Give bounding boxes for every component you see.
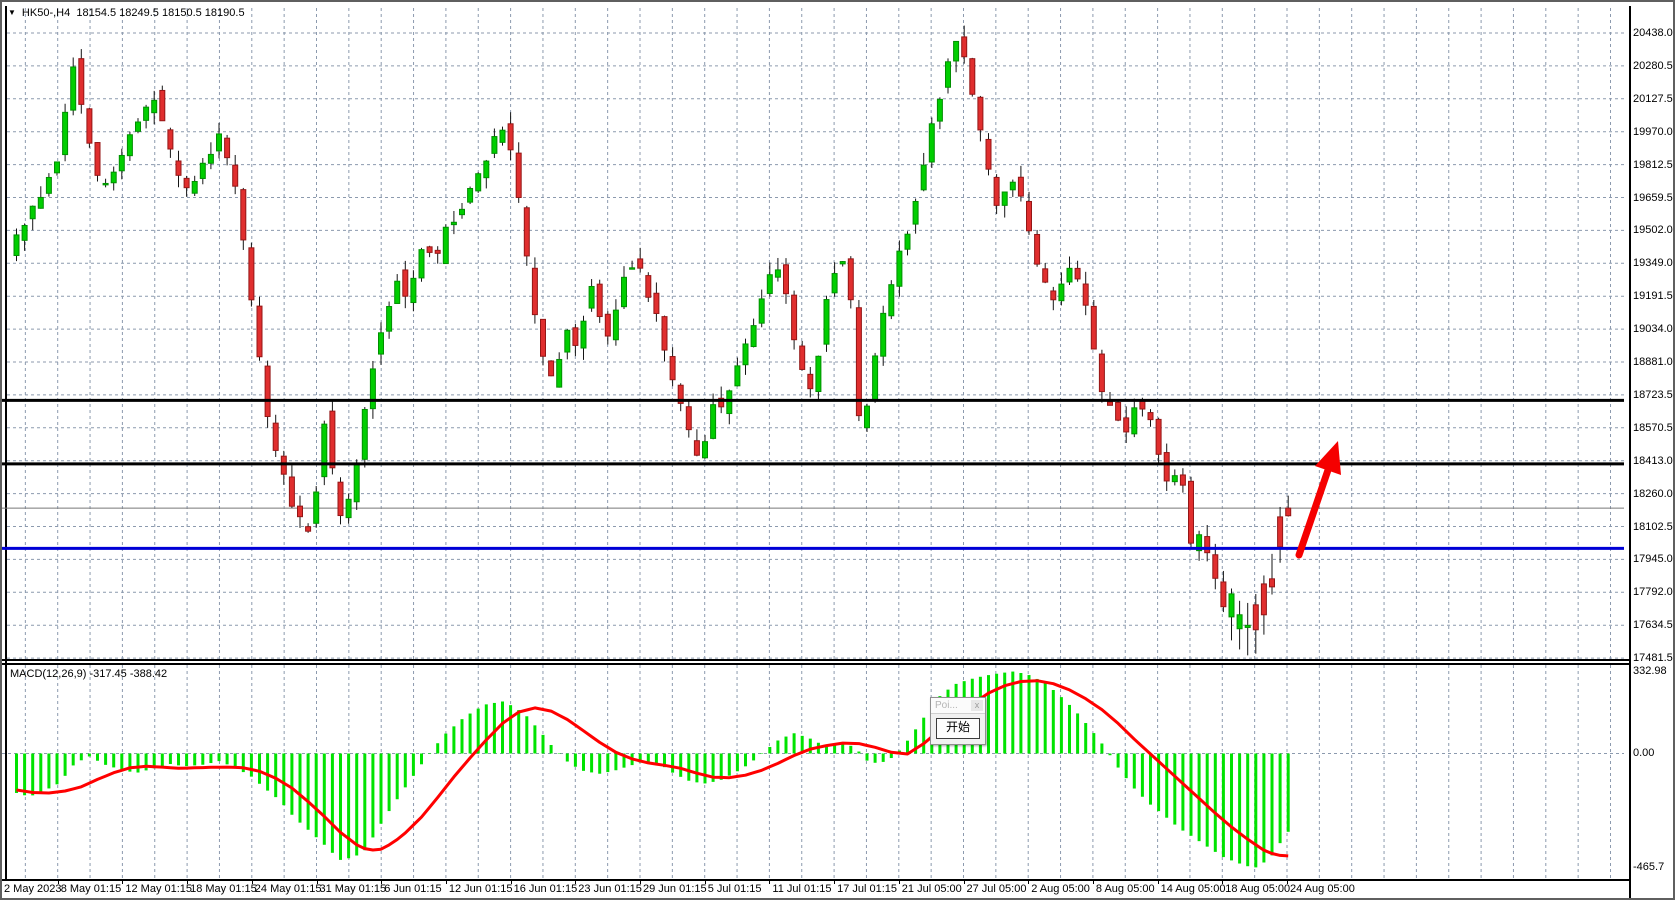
time-axis-tick — [1028, 879, 1029, 884]
price-axis-label: 17945.0 — [1633, 553, 1673, 565]
grid-vertical — [25, 8, 1610, 659]
time-axis-label: 24 Aug 05:00 — [1290, 883, 1355, 895]
time-axis-tick — [640, 879, 641, 884]
ohlc-values: 18154.5 18249.5 18150.5 18190.5 — [76, 7, 244, 19]
price-axis-label: 19191.5 — [1633, 290, 1673, 302]
time-axis-label: 29 Jun 01:15 — [643, 883, 707, 895]
price-axis-label: 18881.0 — [1633, 356, 1673, 368]
time-axis-tick — [58, 879, 59, 884]
chart-title: ▼ HK50-,H4 18154.5 18249.5 18150.5 18190.… — [8, 7, 245, 19]
price-axis-label: 18102.5 — [1633, 521, 1673, 533]
time-axis-label: 16 Jun 01:15 — [514, 883, 578, 895]
price-axis-label: 17634.5 — [1633, 619, 1673, 631]
trend-arrow[interactable] — [1299, 441, 1341, 555]
time-axis-tick — [122, 879, 123, 884]
time-axis-label: 5 Jul 01:15 — [708, 883, 762, 895]
time-axis-label: 24 May 01:15 — [255, 883, 322, 895]
popup-close-icon[interactable]: x — [971, 700, 983, 711]
time-axis-label: 2 May 2023 — [4, 883, 61, 895]
price-axis-label: 20438.0 — [1633, 27, 1673, 39]
time-axis-label: 12 May 01:15 — [125, 883, 192, 895]
time-axis-label: 11 Jul 01:15 — [772, 883, 831, 895]
time-axis-label: 14 Aug 05:00 — [1161, 883, 1226, 895]
time-axis-tick — [381, 879, 382, 884]
price-axis-label: 19970.0 — [1633, 126, 1673, 138]
macd-axis-label: 332.98 — [1633, 665, 1667, 677]
price-axis-label: 19034.0 — [1633, 323, 1673, 335]
macd-indicator-label: MACD(12,26,9) -317.45 -388.42 — [10, 668, 167, 680]
time-axis-tick — [834, 879, 835, 884]
time-axis-label: 18 May 01:15 — [190, 883, 257, 895]
price-axis-label: 19812.5 — [1633, 159, 1673, 171]
time-axis-tick — [575, 879, 576, 884]
time-axis-label: 27 Jul 05:00 — [967, 883, 1027, 895]
macd-axis-label: -465.7 — [1633, 861, 1664, 873]
time-axis-tick — [1093, 879, 1094, 884]
price-axis-label: 20280.5 — [1633, 60, 1673, 72]
time-axis-tick — [769, 879, 770, 884]
time-axis-tick — [446, 879, 447, 884]
time-axis-label: 23 Jun 01:15 — [578, 883, 642, 895]
chart-dropdown-icon[interactable]: ▼ — [8, 8, 16, 17]
popup-title-bar[interactable]: Poi... x — [931, 698, 985, 714]
popup-title: Poi... — [935, 700, 958, 711]
main-price-chart[interactable] — [2, 2, 1629, 661]
symbol-timeframe-label: HK50-,H4 — [22, 7, 70, 19]
price-axis-label: 19502.0 — [1633, 224, 1673, 236]
price-axis-label: 18570.5 — [1633, 422, 1673, 434]
time-axis[interactable]: 2 May 20238 May 01:1512 May 01:1518 May … — [2, 879, 1675, 899]
time-axis-label: 18 Aug 05:00 — [1225, 883, 1290, 895]
time-axis-label: 17 Jul 01:15 — [837, 883, 897, 895]
macd-axis-label: 0.00 — [1633, 747, 1654, 759]
time-axis-label: 2 Aug 05:00 — [1031, 883, 1090, 895]
macd-histogram — [15, 672, 1290, 868]
time-axis-tick — [252, 879, 253, 884]
price-axis-label: 19349.0 — [1633, 257, 1673, 269]
time-axis-tick — [187, 879, 188, 884]
time-axis-label: 8 Aug 05:00 — [1096, 883, 1155, 895]
price-axis-label: 20127.5 — [1633, 93, 1673, 105]
time-axis-tick — [1158, 879, 1159, 884]
price-axis-label: 18413.0 — [1633, 455, 1673, 467]
indicator-popup[interactable]: Poi... x 开始 — [930, 697, 986, 745]
popup-start-button[interactable]: 开始 — [936, 718, 980, 739]
price-axis-label: 17792.0 — [1633, 586, 1673, 598]
time-axis-tick — [899, 879, 900, 884]
price-axis-label: 18723.5 — [1633, 389, 1673, 401]
time-axis-label: 8 May 01:15 — [61, 883, 122, 895]
macd-indicator-chart[interactable] — [2, 665, 1629, 879]
time-axis-tick — [317, 879, 318, 884]
time-axis-tick — [511, 879, 512, 884]
price-axis-label: 17481.5 — [1633, 652, 1673, 664]
time-axis-label: 31 May 01:15 — [320, 883, 387, 895]
price-axis-label: 18260.0 — [1633, 488, 1673, 500]
time-axis-tick — [1287, 879, 1288, 884]
candles — [14, 26, 1291, 656]
price-axis-label: 19659.5 — [1633, 192, 1673, 204]
grid-horizontal — [7, 33, 1624, 658]
time-axis-label: 21 Jul 05:00 — [902, 883, 962, 895]
time-axis-tick — [1222, 879, 1223, 884]
time-axis-label: 6 Jun 01:15 — [384, 883, 442, 895]
time-axis-tick — [705, 879, 706, 884]
price-axis[interactable]: 20438.0 20280.5 20127.5 19970.0 19812.5 19659… — [1629, 2, 1675, 879]
macd-signal-line — [17, 681, 1289, 856]
chart-window: ▼ HK50-,H4 18154.5 18249.5 18150.5 18190.… — [0, 0, 1675, 900]
time-axis-label: 12 Jun 01:15 — [449, 883, 513, 895]
time-axis-tick — [964, 879, 965, 884]
